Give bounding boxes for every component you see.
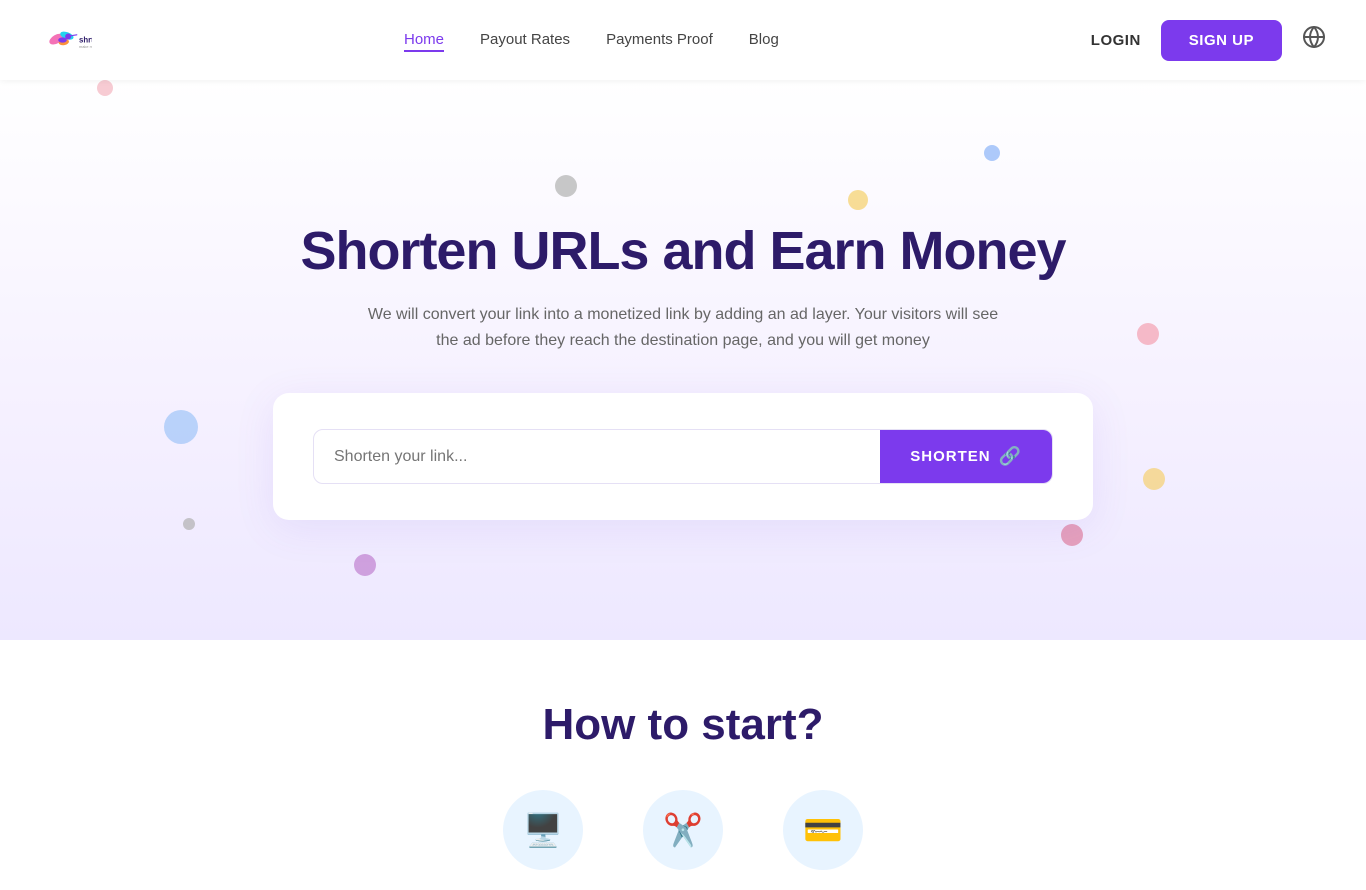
step-1-icon-wrap: 🖥️: [503, 790, 583, 870]
how-step-1: 🖥️: [503, 790, 583, 870]
how-step-2: ✂️: [643, 790, 723, 870]
nav-link-blog[interactable]: Blog: [749, 31, 779, 48]
decorative-dot-4: [1137, 323, 1159, 345]
how-steps: 🖥️ ✂️ 💳: [233, 790, 1133, 870]
step-3-icon-wrap: 💳: [783, 790, 863, 870]
nav-links: Home Payout Rates Payments Proof Blog: [404, 31, 779, 49]
decorative-dot-1: [555, 175, 577, 197]
navbar: shrtfly make money by links Home Payout …: [0, 0, 1366, 80]
hero-section: Shorten URLs and Earn Money We will conv…: [0, 80, 1366, 640]
decorative-dot-0: [97, 80, 113, 96]
language-button[interactable]: [1302, 25, 1326, 55]
shorten-input[interactable]: [314, 432, 880, 482]
nav-link-payments[interactable]: Payments Proof: [606, 31, 713, 48]
link-icon: 🔗: [999, 446, 1022, 467]
step-3-icon: 💳: [803, 811, 843, 849]
decorative-dot-7: [354, 554, 376, 576]
decorative-dot-3: [848, 190, 868, 210]
signup-button[interactable]: SIGN UP: [1161, 20, 1282, 61]
decorative-dot-9: [1143, 468, 1165, 490]
shorten-label: SHORTEN: [910, 448, 990, 465]
how-title: How to start?: [542, 700, 823, 750]
how-step-3: 💳: [783, 790, 863, 870]
step-2-icon-wrap: ✂️: [643, 790, 723, 870]
shorten-box: SHORTEN 🔗: [273, 393, 1093, 520]
shorten-row: SHORTEN 🔗: [313, 429, 1053, 484]
decorative-dot-5: [164, 410, 198, 444]
step-1-icon: 🖥️: [523, 811, 563, 849]
shorten-button[interactable]: SHORTEN 🔗: [880, 430, 1052, 483]
globe-icon: [1302, 25, 1326, 49]
hero-subtitle: We will convert your link into a monetiz…: [363, 302, 1003, 353]
step-2-icon: ✂️: [663, 811, 703, 849]
decorative-dot-6: [183, 518, 195, 530]
svg-text:make money by links: make money by links: [79, 44, 92, 49]
nav-right: LOGIN SIGN UP: [1091, 20, 1326, 61]
nav-logo[interactable]: shrtfly make money by links: [40, 14, 92, 66]
hero-title: Shorten URLs and Earn Money: [300, 220, 1065, 282]
decorative-dot-8: [1061, 524, 1083, 546]
decorative-dot-2: [984, 145, 1000, 161]
login-button[interactable]: LOGIN: [1091, 32, 1141, 49]
nav-link-home[interactable]: Home: [404, 31, 444, 52]
nav-link-payout[interactable]: Payout Rates: [480, 31, 570, 48]
svg-text:shrtfly: shrtfly: [79, 36, 92, 45]
how-section: How to start? 🖥️ ✂️ 💳: [0, 640, 1366, 890]
